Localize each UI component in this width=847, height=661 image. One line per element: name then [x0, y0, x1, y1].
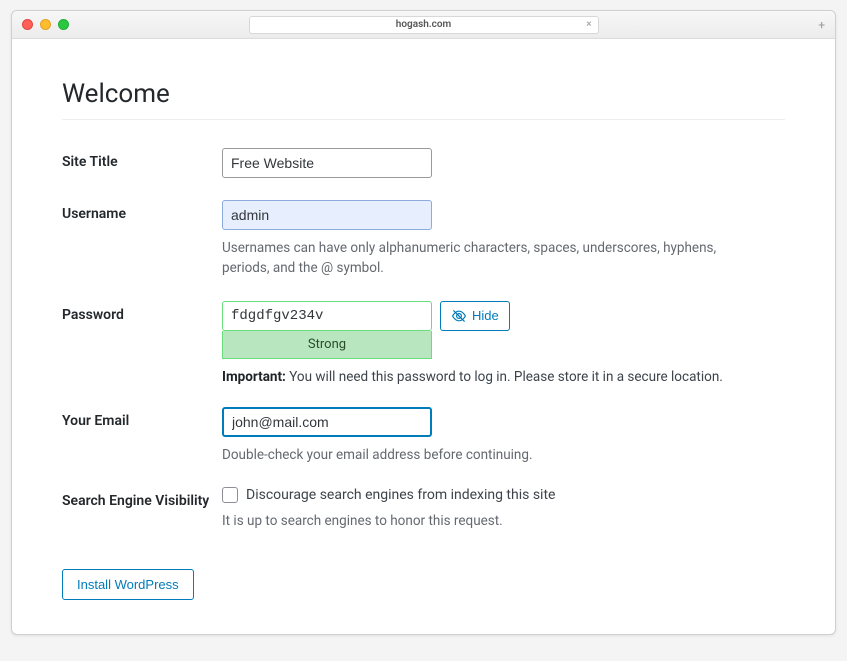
- username-row: Username Usernames can have only alphanu…: [62, 200, 785, 279]
- discourage-search-checkbox[interactable]: [222, 487, 238, 503]
- password-row: Password Strong Hide: [62, 301, 785, 385]
- password-label: Password: [62, 301, 222, 323]
- browser-tab[interactable]: hogash.com ×: [249, 16, 599, 34]
- password-important-note: Important: You will need this password t…: [222, 369, 785, 385]
- site-title-row: Site Title: [62, 148, 785, 178]
- close-window-icon[interactable]: [22, 19, 33, 30]
- browser-window: hogash.com × + Welcome Site Title Userna…: [11, 10, 836, 635]
- eye-slash-icon: [451, 308, 467, 324]
- important-text: You will need this password to log in. P…: [286, 369, 723, 385]
- discourage-search-label: Discourage search engines from indexing …: [246, 487, 555, 503]
- email-label: Your Email: [62, 407, 222, 429]
- email-input[interactable]: [222, 407, 432, 437]
- email-hint: Double-check your email address before c…: [222, 445, 742, 465]
- username-label: Username: [62, 200, 222, 222]
- install-wordpress-button[interactable]: Install WordPress: [62, 569, 194, 600]
- page-title: Welcome: [62, 79, 785, 120]
- important-label: Important:: [222, 369, 286, 385]
- minimize-window-icon[interactable]: [40, 19, 51, 30]
- password-strength-badge: Strong: [222, 331, 432, 359]
- username-hint: Usernames can have only alphanumeric cha…: [222, 238, 742, 279]
- new-tab-icon[interactable]: +: [818, 18, 825, 32]
- content-area: Welcome Site Title Username Usernames ca…: [12, 39, 835, 630]
- traffic-lights: [22, 19, 69, 30]
- install-form-card: Welcome Site Title Username Usernames ca…: [62, 79, 785, 600]
- title-bar: hogash.com × +: [12, 11, 835, 39]
- hide-password-button[interactable]: Hide: [440, 301, 510, 331]
- search-engine-row: Search Engine Visibility Discourage sear…: [62, 487, 785, 529]
- maximize-window-icon[interactable]: [58, 19, 69, 30]
- search-engine-label: Search Engine Visibility: [62, 487, 222, 509]
- tab-url: hogash.com: [396, 19, 451, 30]
- site-title-label: Site Title: [62, 148, 222, 170]
- username-input[interactable]: [222, 200, 432, 230]
- hide-button-label: Hide: [472, 308, 499, 323]
- password-input[interactable]: [222, 301, 432, 331]
- site-title-input[interactable]: [222, 148, 432, 178]
- email-row: Your Email Double-check your email addre…: [62, 407, 785, 465]
- close-tab-icon[interactable]: ×: [586, 19, 591, 30]
- search-engine-hint: It is up to search engines to honor this…: [222, 513, 785, 529]
